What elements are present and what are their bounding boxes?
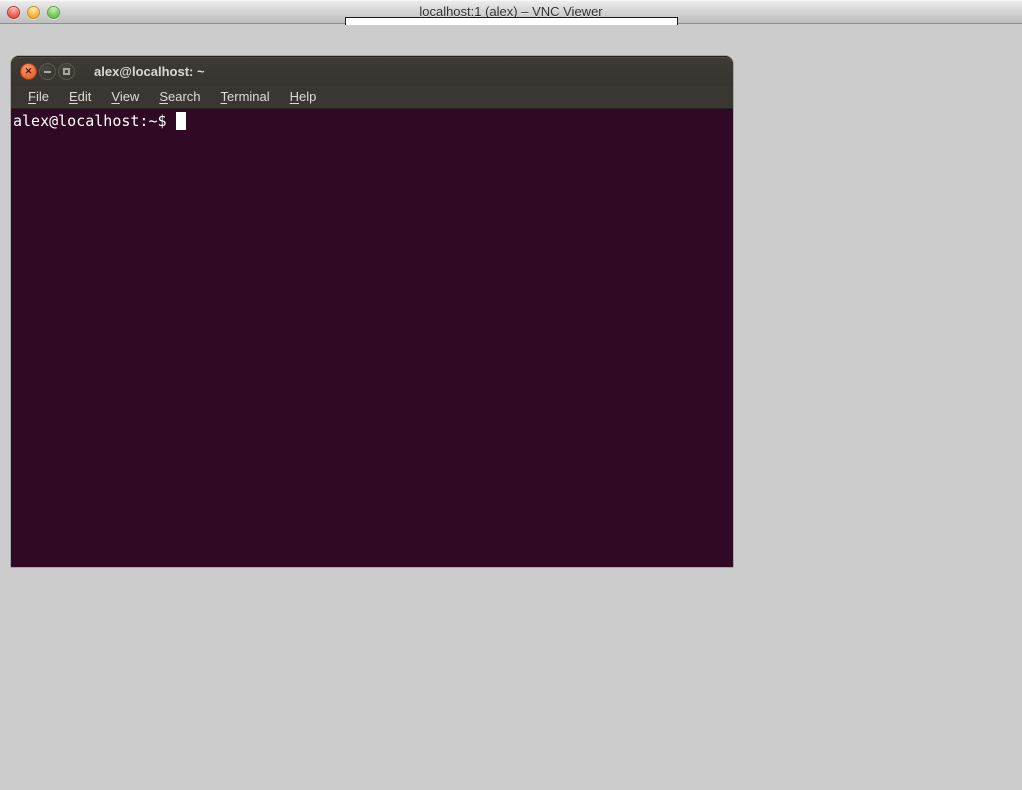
menu-item-search[interactable]: Search — [149, 87, 210, 107]
close-icon: ✕ — [25, 67, 33, 76]
terminal-viewport[interactable]: alex@localhost:~$ — [11, 110, 733, 567]
prompt-line: alex@localhost:~$ — [13, 112, 733, 130]
terminal-window-title: alex@localhost: ~ — [94, 64, 205, 79]
menu-item-file[interactable]: File — [18, 87, 59, 107]
menu-item-edit[interactable]: Edit — [59, 87, 101, 107]
menu-item-view[interactable]: View — [101, 87, 149, 107]
menu-item-terminal[interactable]: Terminal — [211, 87, 280, 107]
remote-desktop: ✕ alex@localhost: ~ FileEditViewSearchTe… — [0, 25, 1022, 790]
minimize-icon — [44, 71, 51, 73]
vnc-titlebar[interactable]: localhost:1 (alex) – VNC Viewer — [0, 0, 1022, 24]
maximize-button[interactable] — [58, 63, 75, 80]
shell-prompt: alex@localhost:~$ — [13, 112, 176, 130]
terminal-menubar: FileEditViewSearchTerminalHelp — [11, 86, 733, 109]
close-button[interactable]: ✕ — [20, 63, 37, 80]
terminal-titlebar[interactable]: ✕ alex@localhost: ~ — [11, 56, 733, 86]
terminal-window: ✕ alex@localhost: ~ FileEditViewSearchTe… — [11, 56, 733, 567]
menu-item-help[interactable]: Help — [280, 87, 327, 107]
minimize-button[interactable] — [39, 63, 56, 80]
terminal-window-buttons: ✕ — [20, 63, 75, 80]
terminal-cursor — [176, 112, 186, 130]
vnc-toolbar-tab[interactable] — [345, 17, 678, 25]
maximize-icon — [63, 68, 70, 75]
vnc-viewer-window: { "vnc_window": { "title": "localhost:1 … — [0, 0, 1022, 790]
